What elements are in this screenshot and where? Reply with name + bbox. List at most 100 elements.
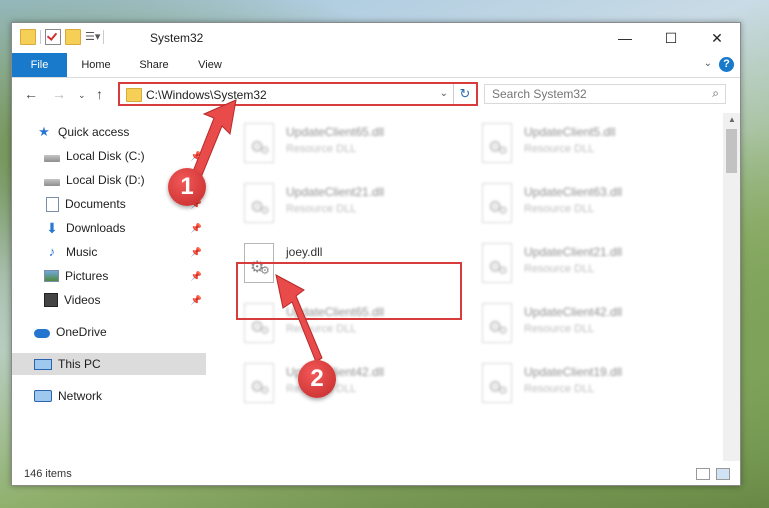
- dll-file-icon: ⚙ ⚙: [482, 303, 512, 343]
- file-item[interactable]: ⚙ ⚙ UpdateClient21.dll Resource DLL: [474, 235, 700, 291]
- dll-file-icon: ⚙ ⚙: [482, 183, 512, 223]
- file-type: Resource DLL: [286, 203, 357, 215]
- new-folder-icon[interactable]: [65, 29, 81, 45]
- sidebar-item-videos[interactable]: Videos 📌: [12, 289, 206, 311]
- pictures-icon: [44, 270, 59, 282]
- star-icon: ★: [38, 124, 50, 139]
- search-input[interactable]: [485, 85, 692, 103]
- navigation-bar: ← → ⌄ ↑ C:\Windows\System32 ⌄ ↻ ⌕: [12, 78, 740, 112]
- vertical-scrollbar[interactable]: ▲: [723, 113, 740, 461]
- minimize-button[interactable]: —: [602, 23, 648, 53]
- search-box[interactable]: ⌕: [484, 84, 726, 104]
- file-item[interactable]: ⚙ ⚙ UpdateClient65.dll Resource DLL: [236, 115, 462, 171]
- file-type: Resource DLL: [286, 323, 357, 335]
- sidebar-item-label: Videos: [64, 293, 101, 307]
- details-view-icon[interactable]: [696, 468, 710, 480]
- forward-arrow-icon[interactable]: →: [52, 86, 66, 102]
- file-explorer-window: ☰▾ System32 — ☐ ✕ File Home Share View ⌄…: [11, 22, 741, 486]
- file-name: UpdateClient19.dll: [524, 365, 623, 379]
- sidebar-item-this-pc[interactable]: This PC: [12, 353, 206, 375]
- file-type: Resource DLL: [524, 323, 595, 335]
- status-bar: 146 items: [12, 463, 740, 485]
- sidebar-item-music[interactable]: ♪ Music 📌: [12, 241, 206, 263]
- ribbon: File Home Share View ⌄ ?: [12, 53, 740, 78]
- properties-icon[interactable]: [45, 29, 61, 45]
- sidebar-item-label: Network: [58, 389, 103, 403]
- expand-ribbon-icon[interactable]: ⌄: [704, 58, 712, 69]
- scroll-up-icon[interactable]: ▲: [728, 115, 736, 124]
- sidebar-item-label: Music: [66, 245, 98, 259]
- onedrive-icon: [34, 328, 50, 338]
- file-item[interactable]: ⚙⚙ UpdateClient42.dll Resource DLL: [474, 295, 700, 351]
- tab-home[interactable]: Home: [74, 53, 118, 77]
- file-item[interactable]: ⚙ ⚙ UpdateClient63.dll Resource DLL: [474, 175, 700, 231]
- sidebar-item-pictures[interactable]: Pictures 📌: [12, 265, 206, 287]
- title-bar: ☰▾ System32 — ☐ ✕: [12, 23, 740, 53]
- pin-icon: 📌: [190, 222, 202, 233]
- file-item[interactable]: ⚙ ⚙ UpdateClient19.dll Resource DLL: [474, 355, 700, 411]
- sidebar-item-label: This PC: [58, 357, 101, 371]
- dll-file-icon: ⚙ ⚙: [244, 363, 274, 403]
- sidebar-item-label: Downloads: [66, 221, 126, 235]
- tab-share[interactable]: Share: [132, 53, 176, 77]
- dll-file-icon: ⚙ ⚙: [244, 123, 274, 163]
- maximize-button[interactable]: ☐: [648, 23, 694, 53]
- file-name: UpdateClient21.dll: [524, 245, 623, 259]
- dll-file-icon: ⚙ ⚙: [482, 123, 512, 163]
- scrollbar-thumb[interactable]: [726, 129, 737, 173]
- divider: [103, 30, 104, 44]
- drive-icon: [44, 154, 60, 162]
- sidebar-item-local-disk-c[interactable]: Local Disk (C:) 📌: [12, 145, 206, 167]
- pin-icon: 📌: [190, 294, 202, 305]
- file-name: UpdateClient65.dll: [286, 125, 385, 139]
- file-type: Resource DLL: [524, 383, 595, 395]
- tab-file[interactable]: File: [12, 53, 67, 77]
- chevron-down-icon[interactable]: ⌄: [440, 88, 448, 99]
- drive-icon: [44, 178, 60, 186]
- sidebar-item-label: OneDrive: [56, 325, 107, 339]
- videos-icon: [44, 293, 58, 307]
- file-item[interactable]: ⚙⚙ UpdateClient42.dll Resource DLL: [236, 355, 462, 411]
- joey-dll-highlight-box: [236, 262, 462, 320]
- refresh-icon[interactable]: ↻: [453, 84, 476, 104]
- pin-icon: 📌: [190, 150, 202, 161]
- sidebar-item-onedrive[interactable]: OneDrive: [12, 321, 206, 343]
- address-bar[interactable]: C:\Windows\System32 ⌄ ↻: [118, 82, 478, 106]
- sidebar-item-downloads[interactable]: ⬇ Downloads 📌: [12, 217, 206, 239]
- window-title: System32: [150, 31, 204, 45]
- tab-view[interactable]: View: [188, 53, 232, 77]
- back-arrow-icon[interactable]: ←: [24, 86, 38, 102]
- recent-locations-icon[interactable]: ⌄: [78, 90, 86, 101]
- sidebar-item-network[interactable]: Network: [12, 385, 206, 407]
- sidebar-item-quick-access[interactable]: ★ Quick access: [12, 121, 206, 143]
- callout-badge-1: 1: [168, 168, 206, 206]
- file-item[interactable]: ⚙ ⚙ UpdateClient21.dll Resource DLL: [236, 175, 462, 231]
- network-icon: [34, 390, 52, 402]
- up-arrow-icon[interactable]: ↑: [96, 86, 103, 102]
- customize-icon[interactable]: ☰▾: [85, 30, 100, 44]
- close-button[interactable]: ✕: [694, 23, 740, 53]
- help-icon[interactable]: ?: [719, 57, 734, 72]
- documents-icon: [46, 196, 59, 212]
- this-pc-icon: [34, 358, 52, 370]
- search-icon[interactable]: ⌕: [712, 86, 719, 101]
- item-count: 146 items: [24, 468, 72, 480]
- dll-file-icon: ⚙ ⚙: [482, 363, 512, 403]
- callout-badge-2: 2: [298, 360, 336, 398]
- sidebar-item-label: Local Disk (C:): [66, 149, 145, 163]
- file-type: Resource DLL: [524, 263, 595, 275]
- file-type: Resource DLL: [524, 143, 595, 155]
- pin-icon: 📌: [190, 246, 202, 257]
- large-icons-view-icon[interactable]: [716, 468, 730, 480]
- sidebar-item-label: Local Disk (D:): [66, 173, 145, 187]
- file-type: Resource DLL: [286, 143, 357, 155]
- file-name: UpdateClient42.dll: [524, 305, 623, 319]
- file-name: UpdateClient21.dll: [286, 185, 385, 199]
- file-type: Resource DLL: [524, 203, 595, 215]
- sidebar-item-label: Pictures: [65, 269, 109, 283]
- dll-file-icon: ⚙ ⚙: [482, 243, 512, 283]
- file-name: UpdateClient63.dll: [524, 185, 623, 199]
- file-item[interactable]: ⚙ ⚙ UpdateClient5.dll Resource DLL: [474, 115, 700, 171]
- folder-icon: [126, 88, 142, 102]
- address-path[interactable]: C:\Windows\System32: [146, 88, 267, 102]
